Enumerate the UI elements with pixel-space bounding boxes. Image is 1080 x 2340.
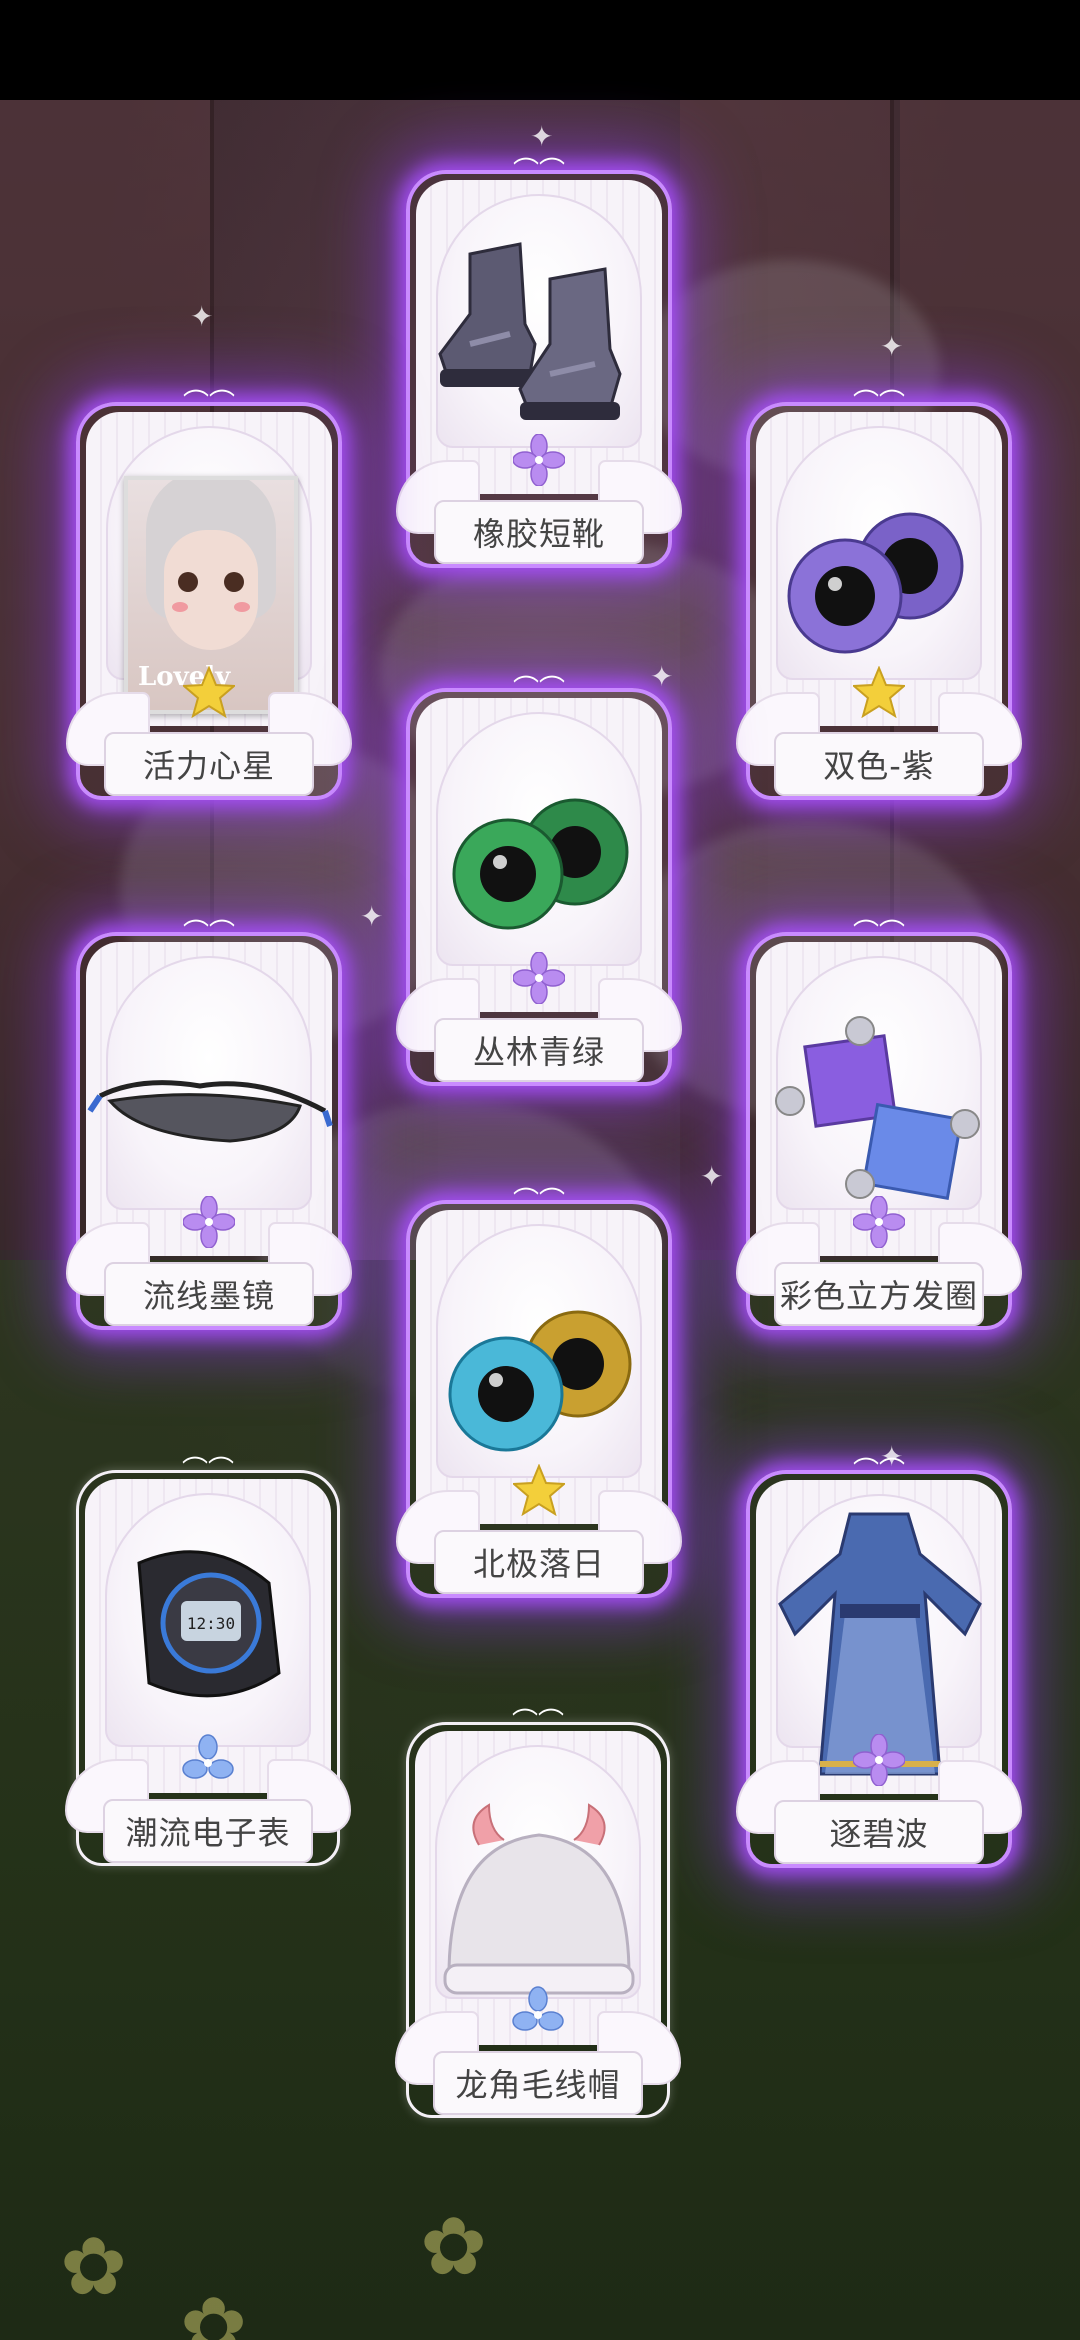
item-card-portrait[interactable]: ⌒⌒ Lovely 活力心星	[66, 391, 352, 800]
gold-star-rarity-icon	[513, 1464, 565, 1516]
sparkle-icon: ✦	[700, 1160, 724, 1193]
gold-star-rarity-icon	[183, 666, 235, 718]
blue-flower-rarity-icon	[182, 1734, 234, 1779]
sparkle-icon: ✦	[190, 300, 214, 333]
item-name: 北极落日	[434, 1530, 644, 1594]
blue-flower-rarity-icon	[512, 1986, 564, 2031]
item-name: 彩色立方发圈	[774, 1262, 984, 1326]
item-name: 逐碧波	[774, 1800, 984, 1864]
item-name: 丛林青绿	[434, 1018, 644, 1082]
item-card-arctic-sunset-eyes[interactable]: ⌒⌒ 北极落日	[396, 1189, 682, 1598]
purple-flower-rarity-icon	[853, 1196, 905, 1248]
item-card-blue-robe[interactable]: ⌒⌒ 逐碧波	[736, 1459, 1022, 1868]
purple-flower-rarity-icon	[853, 1734, 905, 1786]
item-name: 龙角毛线帽	[433, 2051, 643, 2115]
item-card-knit-hat[interactable]: ⌒⌒ 龙角毛线帽	[395, 1710, 681, 2118]
gold-star-rarity-icon	[853, 666, 905, 718]
sparkle-icon: ✦	[530, 120, 554, 153]
item-name: 潮流电子表	[103, 1799, 313, 1863]
item-name: 橡胶短靴	[434, 500, 644, 564]
sparkle-icon: ✦	[880, 1440, 904, 1473]
purple-flower-rarity-icon	[183, 1196, 235, 1248]
watch-display: 12:30	[187, 1614, 235, 1633]
sparkle-icon: ✦	[650, 660, 674, 693]
purple-flower-rarity-icon	[513, 434, 565, 486]
item-card-green-eyes[interactable]: ⌒⌒ 丛林青绿	[396, 677, 682, 1086]
item-card-hair-tie[interactable]: ⌒⌒ 彩色立方发圈	[736, 921, 1022, 1330]
item-card-digital-watch[interactable]: ⌒⌒ 12:30 潮流电子表	[65, 1458, 351, 1866]
item-name: 流线墨镜	[104, 1262, 314, 1326]
item-card-boots[interactable]: ⌒⌒ 橡胶短靴	[396, 159, 682, 568]
sparkle-icon: ✦	[880, 330, 904, 363]
item-name: 双色-紫	[774, 732, 984, 796]
purple-flower-rarity-icon	[513, 952, 565, 1004]
status-bar	[0, 0, 1080, 100]
ribbon-bow-icon: ⌒⌒	[182, 389, 235, 419]
item-card-sunglasses[interactable]: ⌒⌒ 流线墨镜	[66, 921, 352, 1330]
item-card-purple-eyes[interactable]: ⌒⌒ 双色-紫	[736, 391, 1022, 800]
item-name: 活力心星	[104, 732, 314, 796]
sparkle-icon: ✦	[360, 900, 384, 933]
